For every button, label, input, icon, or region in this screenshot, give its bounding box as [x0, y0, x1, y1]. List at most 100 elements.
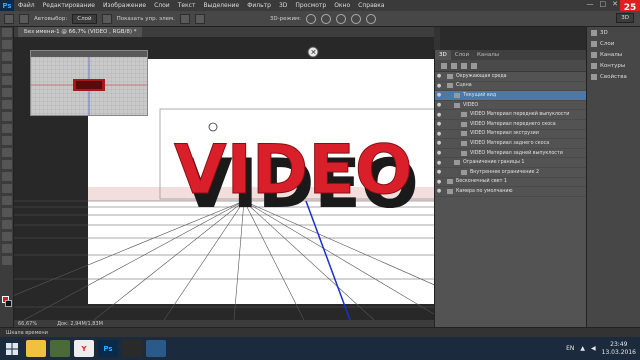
visibility-eye-icon[interactable]: ●	[435, 179, 443, 185]
visibility-eye-icon[interactable]: ●	[435, 102, 443, 108]
crop-tool-icon[interactable]	[2, 76, 12, 85]
scene-tree-item[interactable]: ● Камера по умолчанию	[435, 187, 586, 197]
menu-3d[interactable]: 3D	[275, 2, 291, 9]
filter-light-icon[interactable]	[471, 62, 477, 69]
menu-type[interactable]: Текст	[174, 2, 200, 9]
workspace-dropdown[interactable]: 3D	[616, 13, 634, 23]
pan-3d-icon[interactable]	[336, 13, 347, 24]
gradient-tool-icon[interactable]	[2, 160, 12, 169]
close-button[interactable]: ✕	[612, 0, 618, 8]
menu-image[interactable]: Изображение	[99, 2, 150, 9]
right-strip-3d[interactable]: 3D	[587, 27, 640, 38]
clock[interactable]: 23:49 13.03.2016	[602, 341, 636, 357]
eyedropper-tool-icon[interactable]	[2, 88, 12, 97]
zoom-level[interactable]: 66,67%	[18, 321, 37, 327]
autoselect-checkbox[interactable]	[19, 13, 29, 24]
marquee-tool-icon[interactable]	[2, 40, 12, 49]
blur-tool-icon[interactable]	[2, 172, 12, 181]
brush-tool-icon[interactable]	[2, 112, 12, 121]
scene-tree-item[interactable]: ● VIDEO Материал заднего скоса	[435, 139, 586, 149]
right-strip-paths[interactable]: Контуры	[587, 60, 640, 71]
menu-file[interactable]: Файл	[14, 2, 39, 9]
maximize-button[interactable]: □	[600, 0, 607, 8]
timeline-panel[interactable]: Шкала времени	[0, 327, 640, 337]
dodge-tool-icon[interactable]	[2, 184, 12, 193]
minecraft-icon[interactable]	[50, 340, 70, 357]
scene-tree-item[interactable]: ● VIDEO Материал задней выпуклости	[435, 149, 586, 159]
document-tab[interactable]: Без имени-1 @ 66,7% (VIDEO , RGB/8) *	[18, 27, 143, 37]
show-controls-checkbox[interactable]	[101, 13, 112, 24]
history-brush-tool-icon[interactable]	[2, 136, 12, 145]
stamp-tool-icon[interactable]	[2, 124, 12, 133]
right-strip-properties[interactable]: Свойства	[587, 71, 640, 82]
visibility-eye-icon[interactable]: ●	[435, 83, 443, 89]
scene-tree-item[interactable]: ● VIDEO Материал передней выпуклости	[435, 110, 586, 120]
distribute-icon[interactable]	[194, 13, 205, 24]
scene-tree-item[interactable]: ● Окружающая среда	[435, 72, 586, 82]
right-strip-layers[interactable]: Слои	[587, 38, 640, 49]
shape-tool-icon[interactable]	[2, 232, 12, 241]
scene-tree-item[interactable]: ● VIDEO Материал экструзии	[435, 130, 586, 140]
scene-tree-item[interactable]: ● Внутреннее ограничение 2	[435, 168, 586, 178]
visibility-eye-icon[interactable]: ●	[435, 160, 443, 166]
menu-window[interactable]: Окно	[330, 2, 354, 9]
start-button[interactable]	[0, 337, 24, 360]
move-tool-icon[interactable]	[4, 13, 14, 24]
visibility-eye-icon[interactable]: ●	[435, 131, 443, 137]
menu-filter[interactable]: Фильтр	[243, 2, 275, 9]
menu-select[interactable]: Выделение	[199, 2, 243, 9]
background-color-swatch[interactable]	[5, 300, 12, 307]
visibility-eye-icon[interactable]: ●	[435, 121, 443, 127]
network-icon[interactable]: ▲	[580, 345, 585, 352]
pen-tool-icon[interactable]	[2, 196, 12, 205]
visibility-eye-icon[interactable]: ●	[435, 73, 443, 79]
scene-tree-item[interactable]: ● Ограничение границы 1	[435, 158, 586, 168]
scene-tree-item[interactable]: ● VIDEO Материал переднего скоса	[435, 120, 586, 130]
scene-tree-item[interactable]: ● VIDEO	[435, 101, 586, 111]
tab-channels[interactable]: Каналы	[473, 50, 503, 60]
camtasia-icon[interactable]	[146, 340, 166, 357]
scene-tree-item[interactable]: ● Сцена	[435, 82, 586, 92]
filter-scene-icon[interactable]	[441, 62, 447, 69]
quick-select-tool-icon[interactable]	[2, 64, 12, 73]
slide-3d-icon[interactable]	[351, 13, 362, 24]
scale-3d-icon[interactable]	[366, 13, 377, 24]
menu-edit[interactable]: Редактирование	[39, 2, 99, 9]
roll-3d-icon[interactable]	[321, 13, 332, 24]
media-player-icon[interactable]	[122, 340, 142, 357]
visibility-eye-icon[interactable]: ●	[435, 169, 443, 175]
visibility-eye-icon[interactable]: ●	[435, 140, 443, 146]
language-indicator[interactable]: EN	[566, 345, 574, 352]
photoshop-taskbar-icon[interactable]: Ps	[98, 340, 118, 357]
volume-icon[interactable]: ◀	[591, 345, 596, 352]
file-explorer-icon[interactable]	[26, 340, 46, 357]
align-icon[interactable]	[179, 13, 190, 24]
3d-camera-navigator[interactable]	[30, 50, 148, 116]
visibility-eye-icon[interactable]: ●	[435, 112, 443, 118]
healing-tool-icon[interactable]	[2, 100, 12, 109]
menu-help[interactable]: Справка	[354, 2, 388, 9]
tab-layers[interactable]: Слои	[451, 50, 473, 60]
scene-tree-item[interactable]: ● Бесконечный свет 1	[435, 178, 586, 188]
minimize-button[interactable]: —	[587, 0, 594, 8]
menu-view[interactable]: Просмотр	[291, 2, 330, 9]
move-tool-icon[interactable]	[2, 28, 12, 37]
tab-3d[interactable]: 3D	[435, 50, 451, 60]
type-tool-icon[interactable]	[2, 208, 12, 217]
rotate-3d-icon[interactable]	[306, 13, 317, 24]
path-select-tool-icon[interactable]	[2, 220, 12, 229]
hand-tool-icon[interactable]	[2, 244, 12, 253]
autoselect-dropdown[interactable]: Слой	[72, 13, 97, 24]
eraser-tool-icon[interactable]	[2, 148, 12, 157]
lasso-tool-icon[interactable]	[2, 52, 12, 61]
zoom-tool-icon[interactable]	[2, 256, 12, 265]
right-strip-channels[interactable]: Каналы	[587, 49, 640, 60]
yandex-browser-icon[interactable]: Y	[74, 340, 94, 357]
filter-mesh-icon[interactable]	[451, 62, 457, 69]
visibility-eye-icon[interactable]: ●	[435, 150, 443, 156]
visibility-eye-icon[interactable]: ●	[435, 188, 443, 194]
menu-layers[interactable]: Слои	[150, 2, 174, 9]
visibility-eye-icon[interactable]: ●	[435, 92, 443, 98]
filter-material-icon[interactable]	[461, 62, 467, 69]
scene-tree-item[interactable]: ● Текущий вид	[435, 91, 586, 101]
